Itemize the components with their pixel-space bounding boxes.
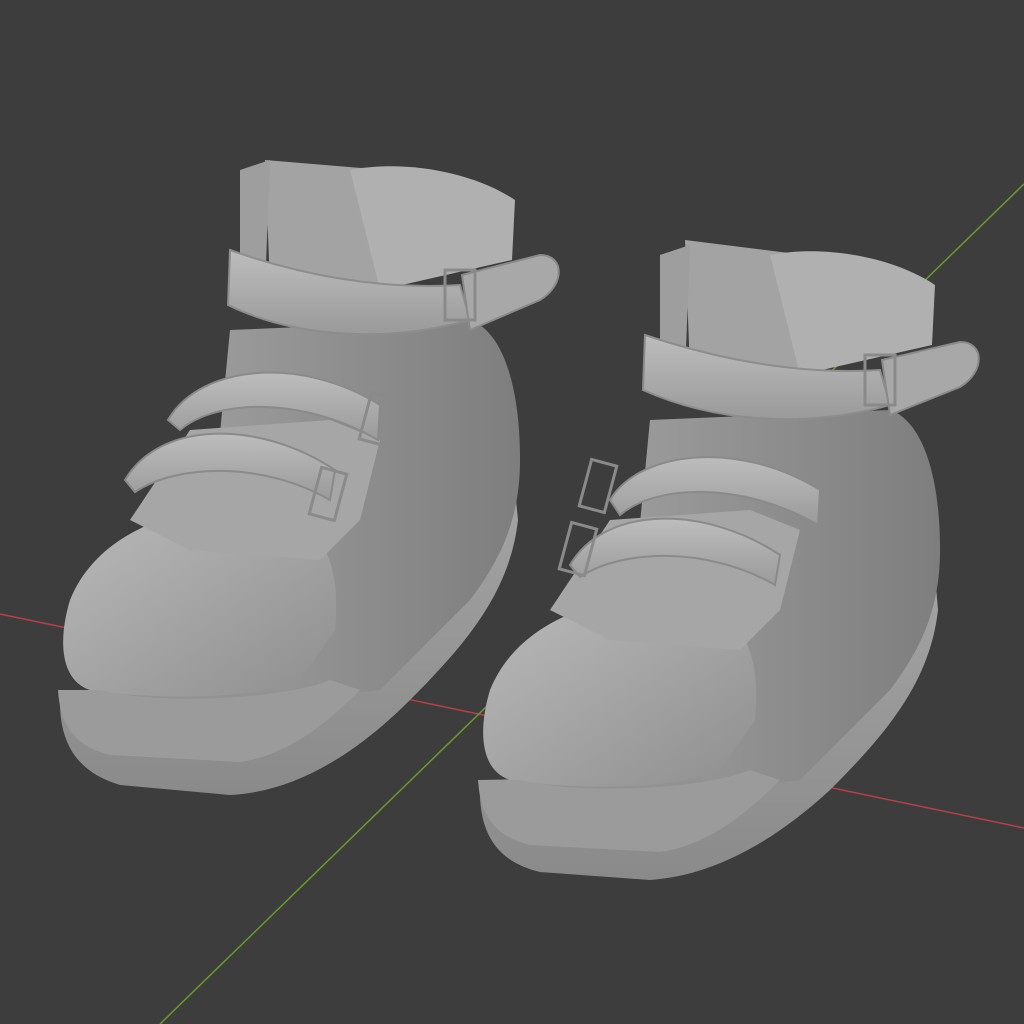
3d-viewport[interactable] [0,0,1024,1024]
viewport-canvas[interactable] [0,0,1024,1024]
